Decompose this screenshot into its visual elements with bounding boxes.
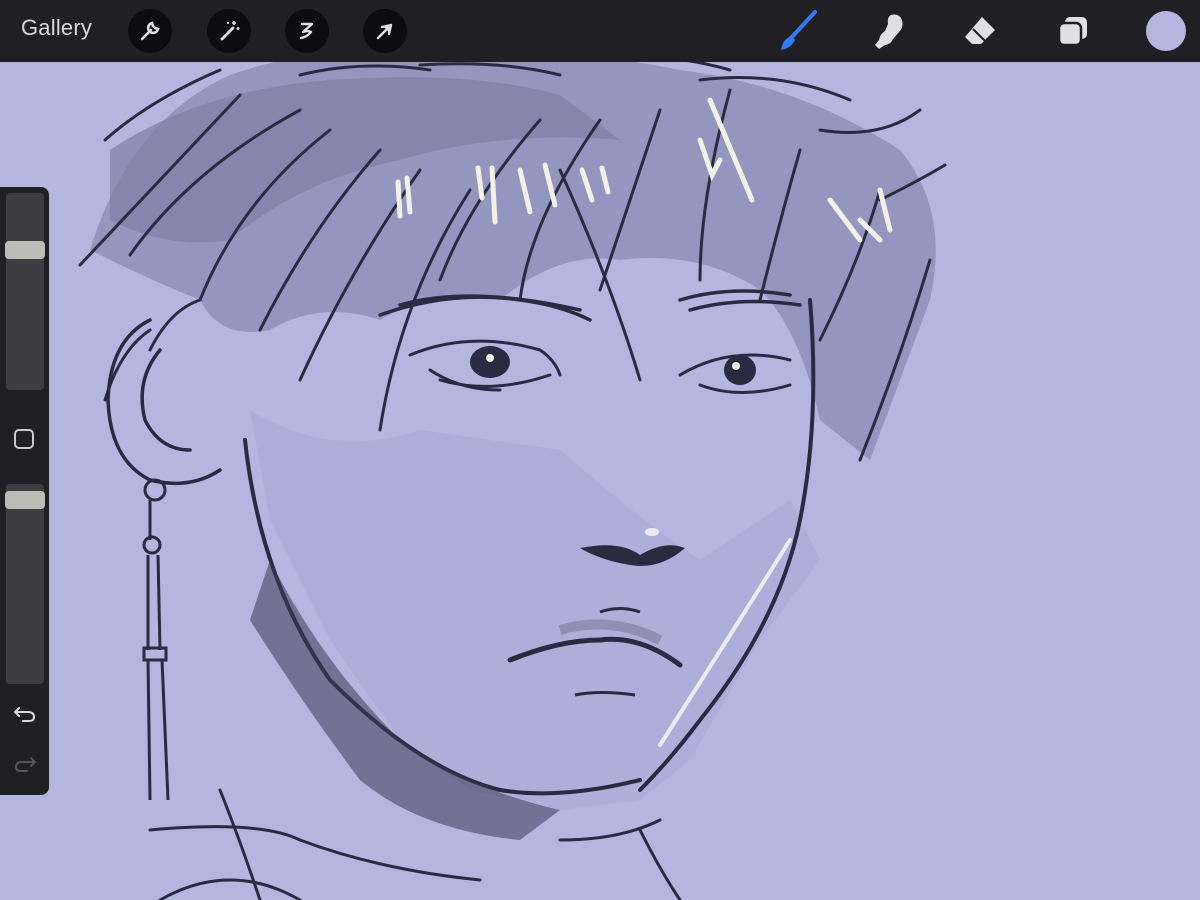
actions-button[interactable] — [128, 9, 172, 53]
brush-tool-button[interactable] — [775, 8, 821, 54]
opacity-slider[interactable] — [6, 484, 44, 684]
brush-size-slider[interactable] — [6, 193, 44, 390]
smudge-finger-icon — [875, 14, 903, 49]
left-sidebar — [0, 187, 49, 795]
magic-wand-icon — [220, 21, 240, 41]
selection-s-icon — [299, 22, 314, 40]
selection-button[interactable] — [285, 9, 329, 53]
layers-icon — [1057, 17, 1087, 47]
top-toolbar: Gallery — [0, 0, 1200, 62]
modifier-button[interactable] — [14, 429, 34, 449]
eraser-tool-button[interactable] — [957, 8, 1003, 54]
color-swatch[interactable] — [1146, 11, 1186, 51]
arrow-cursor-icon — [376, 23, 393, 40]
brush-icon — [781, 10, 817, 50]
layers-button[interactable] — [1050, 8, 1096, 54]
redo-arrow-icon — [14, 757, 37, 772]
smudge-tool-button[interactable] — [866, 8, 912, 54]
gallery-button[interactable]: Gallery — [21, 15, 92, 41]
transform-button[interactable] — [363, 9, 407, 53]
redo-button[interactable] — [12, 753, 38, 775]
opacity-handle[interactable] — [5, 491, 45, 510]
undo-button[interactable] — [12, 703, 38, 725]
adjustments-button[interactable] — [207, 9, 251, 53]
wrench-icon — [140, 21, 160, 41]
drawing-canvas[interactable] — [0, 0, 1200, 900]
brush-size-handle[interactable] — [5, 241, 45, 260]
eraser-icon — [965, 17, 995, 44]
undo-arrow-icon — [13, 707, 36, 722]
